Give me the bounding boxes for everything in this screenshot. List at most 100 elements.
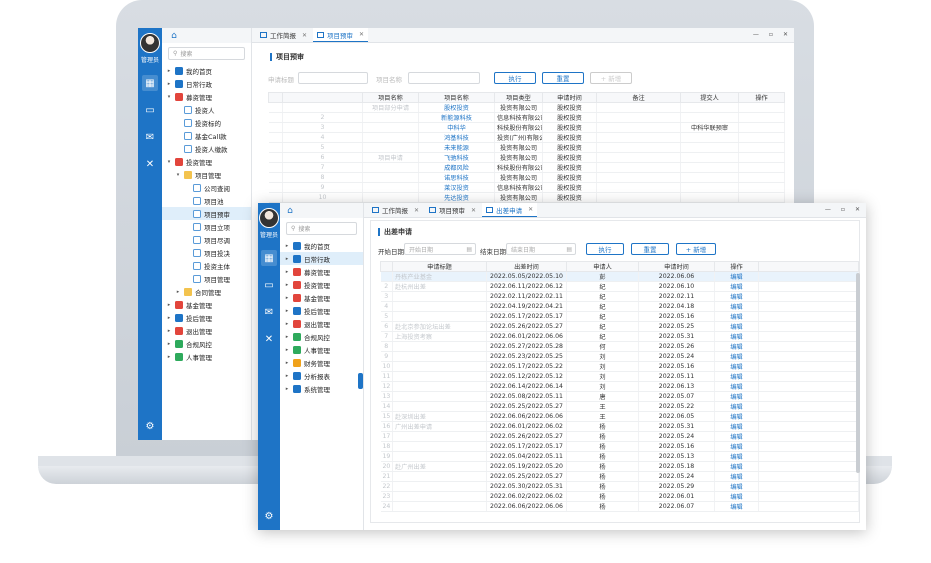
chat-icon[interactable]: ▭: [142, 102, 158, 118]
edit-link[interactable]: 编辑: [714, 491, 759, 502]
nav-item[interactable]: 投资人: [162, 103, 251, 116]
search-input[interactable]: ⚲ 搜索: [168, 47, 245, 60]
edit-link[interactable]: 编辑: [714, 421, 759, 432]
tab-close-icon[interactable]: ✕: [528, 206, 533, 213]
nav-item[interactable]: 项目管理: [162, 272, 251, 285]
dashboard-icon[interactable]: ▦: [261, 250, 277, 266]
edit-link[interactable]: 编辑: [714, 411, 759, 422]
nav-item[interactable]: ▸ 人事管理: [280, 343, 363, 356]
nav-item[interactable]: 基金Call款: [162, 129, 251, 142]
table-row[interactable]: 2新能源科技信息科技有限公司股权投资编辑: [268, 112, 785, 123]
nav-item[interactable]: ▸ 日常行政: [162, 77, 251, 90]
tab-close-icon[interactable]: ✕: [302, 32, 307, 39]
nav-item[interactable]: ▸ 投后管理: [162, 311, 251, 324]
table-row[interactable]: 19 2022.05.04/2022.05.11 杨 2022.05.13 编辑: [380, 451, 859, 462]
table-row[interactable]: 20 赴广州出差 2022.05.19/2022.05.20 杨 2022.05.18 编…: [380, 461, 859, 472]
table-row[interactable]: 17 2022.05.26/2022.05.27 杨 2022.05.24 编辑: [380, 431, 859, 442]
avatar[interactable]: [140, 33, 160, 53]
tools-icon[interactable]: ✕: [261, 331, 277, 347]
caret-icon[interactable]: ▸: [284, 386, 290, 392]
table-row[interactable]: 7成都风险科技股份有限公司股权投资编辑: [268, 162, 785, 173]
table-row[interactable]: 8 2022.05.27/2022.05.28 何 2022.05.26 编辑: [380, 341, 859, 352]
home-icon[interactable]: ⌂: [284, 206, 296, 216]
start-date-input[interactable]: 开始日期 ▤: [404, 243, 476, 255]
table-row[interactable]: 7 上海投资考察 2022.06.01/2022.06.06 纪 2022.05.31 编…: [380, 331, 859, 342]
nav-item[interactable]: 项目池: [162, 194, 251, 207]
table-row[interactable]: 3中科华科技股份有限公司股权投资中科华联预审编辑: [268, 122, 785, 133]
add-button[interactable]: + 新增: [676, 243, 716, 255]
edit-link[interactable]: 编辑: [714, 451, 759, 462]
table-row[interactable]: 5未来能源投资有限公司股权投资编辑: [268, 142, 785, 153]
caret-icon[interactable]: ▸: [166, 354, 172, 360]
table-row[interactable]: 22 2022.05.30/2022.05.31 杨 2022.05.29 编辑: [380, 481, 859, 492]
table-row[interactable]: 5 2022.05.17/2022.05.17 纪 2022.05.16 编辑: [380, 311, 859, 322]
tab-close-icon[interactable]: ✕: [414, 207, 419, 214]
nav-item[interactable]: ▸ 人事管理: [162, 350, 251, 363]
caret-icon[interactable]: ▸: [284, 243, 290, 249]
tab[interactable]: 工作简报 ✕: [368, 203, 423, 217]
table-row[interactable]: 9 2022.05.23/2022.05.25 刘 2022.05.24 编辑: [380, 351, 859, 362]
settings-gear-icon[interactable]: ⚙: [261, 508, 277, 524]
add-button[interactable]: + 新增: [590, 72, 632, 84]
nav-item[interactable]: ▸ 基金管理: [280, 291, 363, 304]
edit-link[interactable]: 编辑: [714, 361, 759, 372]
filter-project-input[interactable]: [408, 72, 480, 84]
nav-item[interactable]: ▸ 投后管理: [280, 304, 363, 317]
mail-icon[interactable]: ✉: [261, 304, 277, 320]
table-row[interactable]: 6项目申请飞驰科技投资有限公司股权投资编辑: [268, 152, 785, 163]
caret-icon[interactable]: ▸: [284, 347, 290, 353]
edit-link[interactable]: 编辑: [714, 351, 759, 362]
reset-button[interactable]: 重置: [542, 72, 584, 84]
mail-icon[interactable]: ✉: [142, 129, 158, 145]
edit-link[interactable]: 编辑: [714, 401, 759, 412]
edit-link[interactable]: 编辑: [714, 291, 759, 302]
tools-icon[interactable]: ✕: [142, 156, 158, 172]
table-row[interactable]: 14 2022.05.25/2022.05.27 王 2022.05.22 编辑: [380, 401, 859, 412]
nav-item[interactable]: ▸ 合同管理: [162, 285, 251, 298]
nav-item[interactable]: ▸ 财务管理: [280, 356, 363, 369]
nav-item[interactable]: ▸ 我的首页: [280, 239, 363, 252]
table-row[interactable]: 18 2022.05.17/2022.05.17 杨 2022.05.16 编辑: [380, 441, 859, 452]
caret-icon[interactable]: ▾: [166, 159, 172, 165]
nav-item[interactable]: ▸ 退出管理: [162, 324, 251, 337]
nav-item[interactable]: 投资人缴款: [162, 142, 251, 155]
tab-close-icon[interactable]: ✕: [359, 31, 364, 38]
nav-item[interactable]: ▸ 分析报表: [280, 369, 363, 382]
caret-icon[interactable]: ▸: [284, 282, 290, 288]
caret-icon[interactable]: ▾: [175, 172, 181, 178]
edit-link[interactable]: 编辑: [714, 271, 759, 282]
edit-link[interactable]: 编辑: [714, 461, 759, 472]
nav-item[interactable]: ▸ 投资管理: [280, 278, 363, 291]
table-row[interactable]: 4鸿基科技投资(广州)有限公司股权投资编辑: [268, 132, 785, 143]
edit-link[interactable]: 编辑: [714, 441, 759, 452]
nav-item[interactable]: 项目投决: [162, 246, 251, 259]
maximize-button[interactable]: ▫: [769, 31, 773, 38]
run-button[interactable]: 执行: [586, 243, 624, 255]
edit-link[interactable]: 编辑: [714, 381, 759, 392]
caret-icon[interactable]: ▸: [284, 295, 290, 301]
nav-item[interactable]: ▾ 投资管理: [162, 155, 251, 168]
caret-icon[interactable]: ▸: [166, 341, 172, 347]
nav-item[interactable]: ▾ 项目管理: [162, 168, 251, 181]
tab[interactable]: 出差申请 ✕: [482, 203, 538, 217]
caret-icon[interactable]: ▸: [284, 269, 290, 275]
caret-icon[interactable]: ▸: [166, 81, 172, 87]
caret-icon[interactable]: ▸: [284, 321, 290, 327]
table-row[interactable]: 项目部分申请股权投资投资有限公司股权投资编辑: [268, 102, 785, 113]
run-button[interactable]: 执行: [494, 72, 536, 84]
close-button[interactable]: ✕: [855, 206, 860, 213]
caret-icon[interactable]: ▸: [284, 360, 290, 366]
nav-item[interactable]: ▸ 系统管理: [280, 382, 363, 395]
caret-icon[interactable]: ▸: [166, 68, 172, 74]
search-input[interactable]: ⚲ 搜索: [286, 222, 357, 235]
collapse-handle[interactable]: [358, 373, 363, 389]
nav-item[interactable]: 项目立项: [162, 220, 251, 233]
caret-icon[interactable]: ▸: [166, 315, 172, 321]
caret-icon[interactable]: ▸: [284, 256, 290, 262]
reset-button[interactable]: 重置: [631, 243, 669, 255]
table-row[interactable]: 21 2022.05.25/2022.05.27 杨 2022.05.24 编辑: [380, 471, 859, 482]
dashboard-icon[interactable]: ▦: [142, 75, 158, 91]
nav-item[interactable]: ▸ 合规风控: [280, 330, 363, 343]
table-row[interactable]: 2 赴杭州出差 2022.06.11/2022.06.12 纪 2022.06.10 编辑: [380, 281, 859, 292]
nav-item[interactable]: ▸ 基金管理: [162, 298, 251, 311]
